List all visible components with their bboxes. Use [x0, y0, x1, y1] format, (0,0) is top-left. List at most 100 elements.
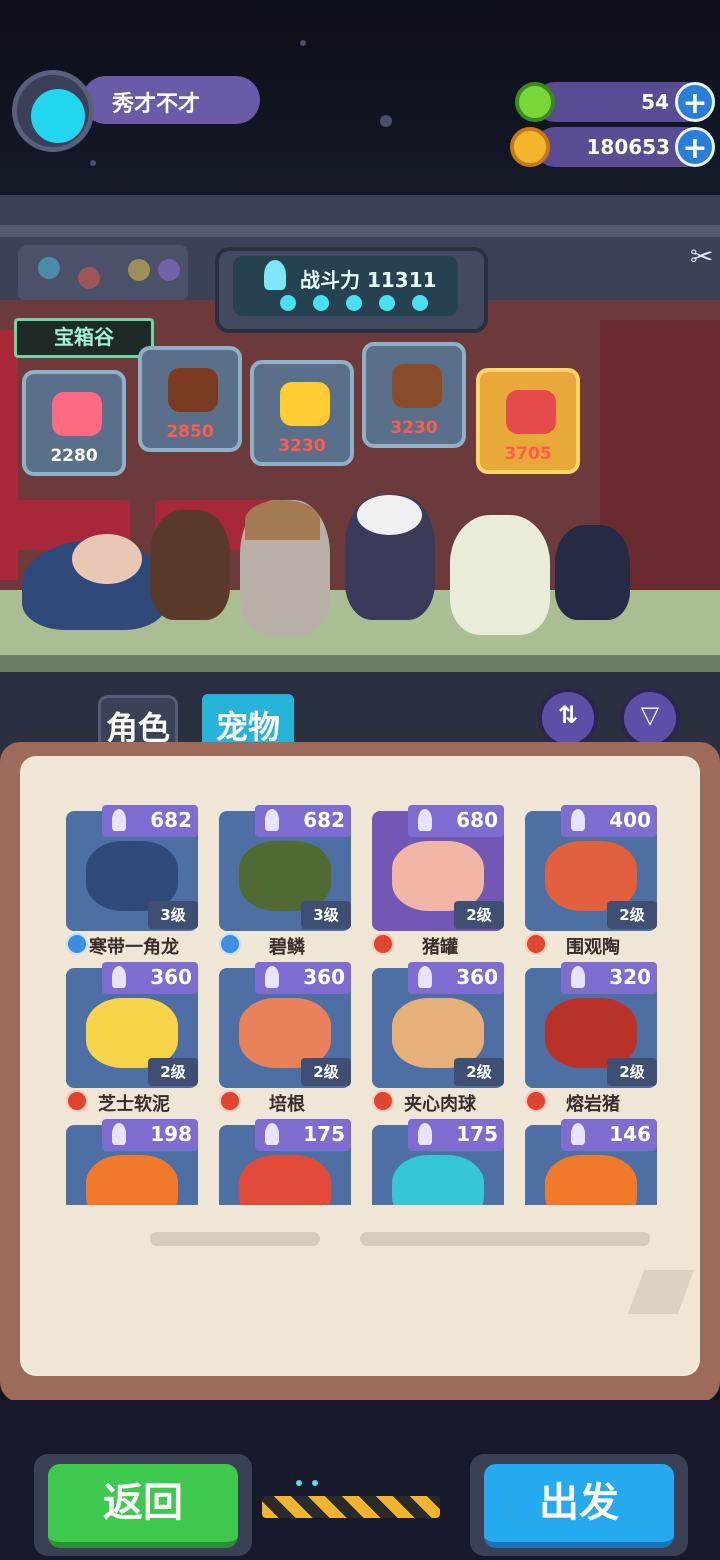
power-icon	[418, 1123, 432, 1145]
hero-character[interactable]	[555, 525, 630, 620]
area-name-sign: 宝箱谷	[14, 318, 154, 358]
add-coins-button[interactable]: +	[675, 127, 715, 167]
power-icon	[264, 260, 286, 290]
pet-level: 3级	[301, 901, 351, 929]
earth-element-icon	[128, 259, 150, 281]
hero-character[interactable]	[150, 510, 230, 620]
star-decoration	[380, 115, 392, 127]
pet-power-badge: 198	[102, 1119, 198, 1151]
power-icon	[112, 966, 126, 988]
chest-image	[506, 390, 556, 434]
avatar-frame[interactable]	[12, 70, 94, 152]
pet-name: 芝士软泥	[98, 1094, 170, 1115]
pet-card[interactable]: 682 3级 碧鳞	[219, 805, 355, 958]
hero-helmet	[357, 495, 422, 535]
chest-slot[interactable]: 3705	[476, 368, 580, 474]
pet-shell	[72, 534, 142, 584]
chest-value: 2280	[50, 446, 98, 466]
pet-power-badge: 400	[561, 805, 657, 837]
chest-image	[280, 382, 330, 426]
wizard-character[interactable]	[240, 500, 330, 635]
chest-slot[interactable]: 2280	[22, 370, 126, 476]
chest-slot[interactable]: 3230	[362, 342, 466, 448]
pet-power-badge: 360	[408, 962, 504, 994]
pet-card[interactable]: 175	[219, 1119, 355, 1205]
pet-card[interactable]: 198	[66, 1119, 202, 1205]
coin-count: 180653	[586, 135, 671, 159]
chest-value: 3230	[278, 436, 326, 456]
chest-value: 2850	[166, 422, 214, 442]
sort-button[interactable]: ⇅	[538, 688, 598, 748]
pet-name: 熔岩猪	[566, 1094, 620, 1115]
pet-level: 2级	[607, 901, 657, 929]
indicator-dot	[312, 1480, 318, 1486]
pet-card[interactable]: 680 2级 猪罐	[372, 805, 508, 958]
pet-level: 2级	[454, 1058, 504, 1086]
pet-card[interactable]: 360 2级 培根	[219, 962, 355, 1115]
pet-portrait	[545, 1155, 637, 1205]
power-icon	[112, 1123, 126, 1145]
pet-name: 猪罐	[422, 937, 458, 958]
pet-power-badge: 682	[102, 805, 198, 837]
pet-card[interactable]: 682 3级 寒带一角龙	[66, 805, 202, 958]
pet-character[interactable]	[22, 534, 167, 630]
pet-card[interactable]: 146	[525, 1119, 661, 1205]
pet-power-badge: 175	[255, 1119, 351, 1151]
currency-gems: 54 +	[515, 82, 715, 122]
slot-indicator	[379, 295, 395, 311]
pet-name: 培根	[269, 1094, 305, 1115]
scissors-icon[interactable]: ✂	[690, 240, 720, 274]
chest-slot[interactable]: 3230	[250, 360, 354, 466]
power-icon	[112, 809, 126, 831]
indicator-dot	[296, 1480, 302, 1486]
pet-level: 2级	[148, 1058, 198, 1086]
pet-card[interactable]: 320 2级 熔岩猪	[525, 962, 661, 1115]
wizard-hat	[245, 500, 320, 540]
power-icon	[265, 966, 279, 988]
chest-slot[interactable]: 2850	[138, 346, 242, 452]
pet-power-badge: 680	[408, 805, 504, 837]
hero-character[interactable]	[345, 495, 435, 620]
fire-element-icon	[78, 267, 100, 289]
roof-rail	[0, 225, 720, 237]
pet-power-badge: 175	[408, 1119, 504, 1151]
depart-button[interactable]: 出发	[484, 1464, 674, 1548]
pet-card[interactable]: 360 2级 夹心肉球	[372, 962, 508, 1115]
gold-planet-coin-icon	[510, 127, 550, 167]
pet-name: 夹心肉球	[404, 1094, 476, 1115]
pet-portrait	[239, 1155, 331, 1205]
blurred-hint-text	[150, 1232, 320, 1246]
filter-button[interactable]: ▽	[620, 688, 680, 748]
add-gems-button[interactable]: +	[675, 82, 715, 122]
power-icon	[265, 1123, 279, 1145]
hero-character[interactable]	[450, 515, 550, 635]
pet-portrait	[392, 1155, 484, 1205]
player-name: 秀才不才	[112, 92, 201, 117]
back-button[interactable]: 返回	[48, 1464, 238, 1548]
pet-name: 围观陶	[566, 937, 620, 958]
slot-indicator	[280, 295, 296, 311]
pet-card[interactable]: 400 2级 围观陶	[525, 805, 661, 958]
combat-power-label: 战斗力 11311	[300, 268, 437, 292]
pet-power-badge: 682	[255, 805, 351, 837]
water-element-icon	[38, 257, 60, 279]
chest-image	[392, 364, 442, 408]
chest-value: 3230	[390, 418, 438, 438]
pet-level: 2级	[301, 1058, 351, 1086]
currency-coins: 180653 +	[510, 127, 715, 167]
pet-power-badge: 146	[561, 1119, 657, 1151]
element-chart-panel	[18, 245, 188, 301]
star-decoration	[300, 40, 306, 46]
chest-value: 3705	[504, 444, 552, 464]
chest-image	[52, 392, 102, 436]
pet-card[interactable]: 175	[372, 1119, 508, 1205]
slot-indicator	[313, 295, 329, 311]
blurred-hint-text	[360, 1232, 650, 1246]
power-icon	[265, 809, 279, 831]
pet-card[interactable]: 360 2级 芝士软泥	[66, 962, 202, 1115]
pet-name: 碧鳞	[269, 937, 305, 958]
pet-level: 2级	[607, 1058, 657, 1086]
hazard-stripe	[262, 1496, 440, 1518]
player-profile[interactable]: 秀才不才	[12, 70, 262, 152]
avatar	[31, 89, 85, 143]
